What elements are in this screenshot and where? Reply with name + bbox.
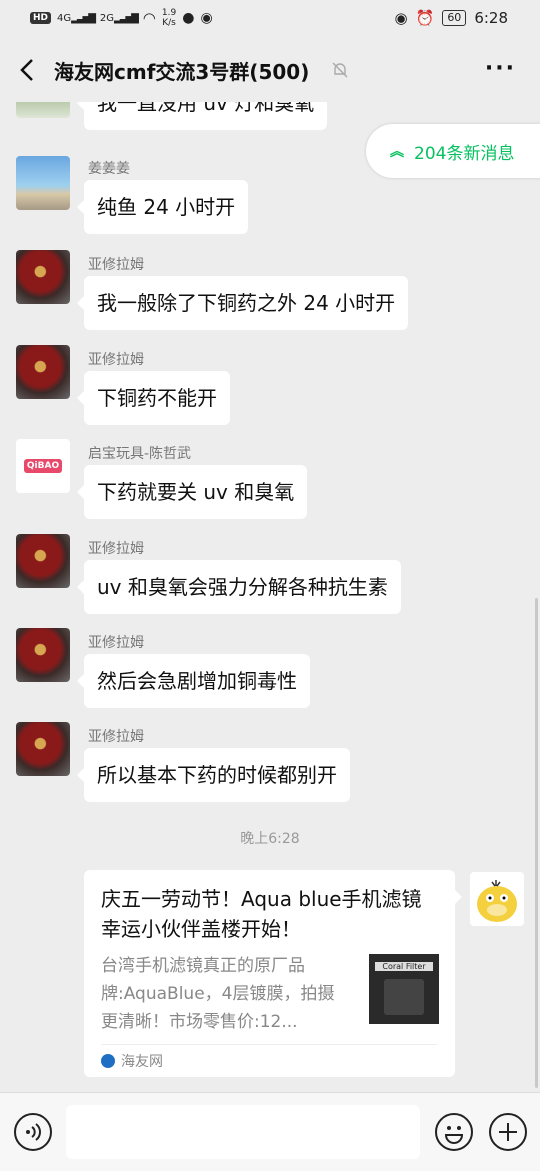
voice-input-icon[interactable] — [14, 1113, 52, 1151]
sender-name: 姜姜姜 — [88, 161, 130, 177]
battery-icon: 60 — [442, 10, 467, 26]
card-source-label: 海友网 — [121, 1054, 163, 1070]
signal-icon-2: 2G▂▃▅▇ — [99, 12, 139, 24]
status-bar: HD 4G▂▃▅▇ 2G▂▃▅▇ ◠ 1.9 K/s ● ◉ ◉ ⏰ 60 6:2… — [0, 0, 540, 38]
sender-name: 亚修拉姆 — [88, 541, 144, 557]
input-bar — [0, 1092, 540, 1171]
sender-name: 启宝玩具-陈哲武 — [88, 446, 192, 462]
message-bubble[interactable]: 下铜药不能开 — [77, 371, 230, 425]
chat-header: 海友网cmf交流3号群(500) ··· — [0, 38, 540, 102]
card-description: 台湾手机滤镜真正的原厂品牌:AquaBlue，4层镀膜，拍摄更清晰！市场零售价:… — [101, 956, 335, 1032]
net-speed: 1.9 K/s — [161, 8, 177, 28]
message-bubble[interactable]: 所以基本下药的时候都别开 — [77, 748, 350, 802]
message-bubble[interactable]: 下药就要关 uv 和臭氧 — [76, 465, 308, 519]
clock: 6:28 — [474, 9, 508, 27]
message-bubble[interactable]: 我一直没用 uv 灯和臭氧 — [76, 102, 328, 130]
sender-name: 亚修拉姆 — [88, 257, 144, 273]
haiyou-logo-icon — [101, 1054, 115, 1068]
avatar[interactable] — [16, 345, 70, 399]
message-input[interactable] — [66, 1105, 420, 1159]
sender-name: 亚修拉姆 — [88, 729, 144, 745]
qibao-logo: QiBAO — [23, 459, 63, 473]
mute-bell-icon — [332, 62, 348, 78]
avatar[interactable] — [16, 628, 70, 682]
avatar[interactable] — [16, 722, 70, 776]
avatar[interactable] — [16, 250, 70, 304]
new-messages-label: 204条新消息 — [414, 143, 515, 164]
thumb-label: Coral Filter — [375, 962, 433, 971]
timestamp: 晚上6:28 — [240, 831, 300, 847]
card-thumbnail: Coral Filter — [369, 954, 439, 1024]
notification-icon: ◉ — [200, 10, 213, 26]
message-bubble[interactable]: 我一般除了下铜药之外 24 小时开 — [76, 276, 409, 330]
chat-title: 海友网cmf交流3号群(500) — [54, 60, 310, 84]
emoji-icon[interactable] — [435, 1113, 473, 1151]
eye-icon: ◉ — [394, 9, 408, 27]
message-icon: ● — [182, 10, 195, 26]
avatar[interactable] — [16, 156, 70, 210]
alarm-icon: ⏰ — [415, 9, 435, 27]
double-chevron-up-icon: ︽ — [390, 144, 404, 160]
hd-badge: HD — [30, 12, 52, 24]
new-messages-button[interactable]: ︽ 204条新消息 — [366, 124, 540, 178]
plus-icon[interactable] — [489, 1113, 527, 1151]
sender-name: 亚修拉姆 — [88, 635, 144, 651]
back-arrow-icon[interactable] — [14, 56, 42, 84]
avatar[interactable] — [16, 534, 70, 588]
psyduck-icon — [477, 880, 517, 922]
card-title: 庆五一劳动节！Aqua blue手机滤镜幸运小伙伴盖楼开始！ — [101, 887, 422, 941]
scrollbar[interactable] — [535, 598, 538, 1088]
more-options-button[interactable]: ··· — [485, 56, 516, 81]
message-bubble[interactable]: 然后会急剧增加铜毒性 — [77, 654, 310, 708]
my-avatar[interactable] — [470, 872, 524, 926]
message-bubble[interactable]: 纯鱼 24 小时开 — [76, 180, 249, 234]
card-source: 海友网 — [101, 1044, 437, 1071]
wifi-icon: ◠ — [142, 9, 156, 27]
link-card[interactable]: 庆五一劳动节！Aqua blue手机滤镜幸运小伙伴盖楼开始！ 台湾手机滤镜真正的… — [84, 870, 462, 1077]
sender-name: 亚修拉姆 — [88, 352, 144, 368]
avatar[interactable]: QiBAO — [16, 439, 70, 493]
message-bubble[interactable]: uv 和臭氧会强力分解各种抗生素 — [77, 560, 401, 614]
avatar[interactable] — [16, 102, 70, 118]
signal-icon-1: 4G▂▃▅▇ — [57, 12, 96, 24]
